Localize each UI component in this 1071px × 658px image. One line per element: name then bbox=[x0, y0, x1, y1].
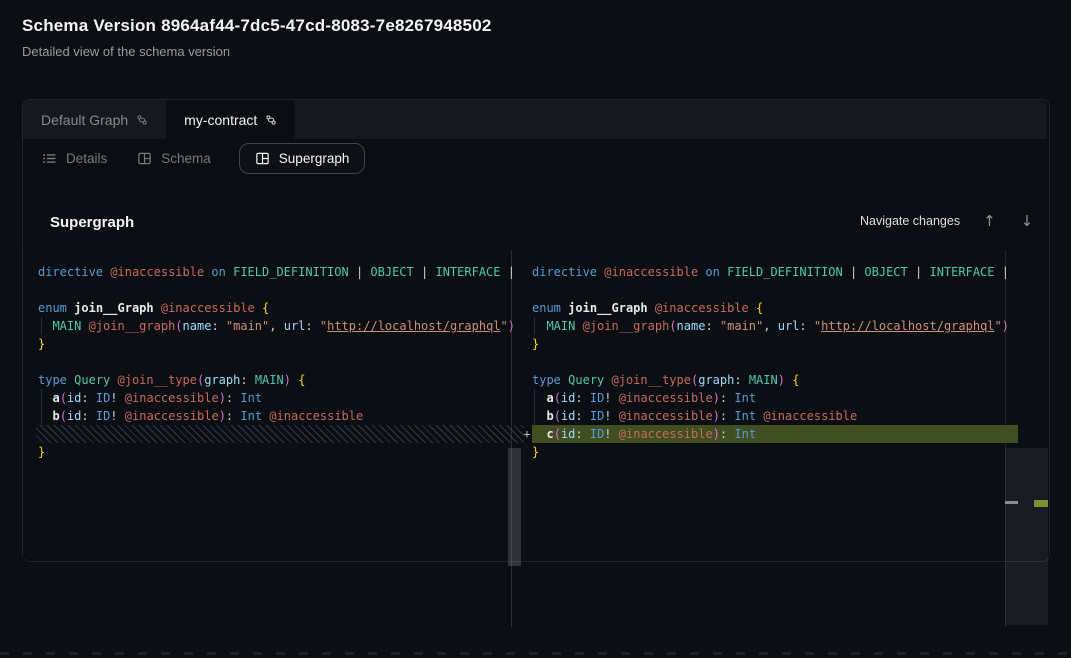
code-line: b(id: ID! @inaccessible): Int @inaccessi… bbox=[38, 407, 524, 425]
tab-supergraph[interactable]: Supergraph bbox=[239, 143, 366, 174]
graph-tab-bar: Default Graph my-contract bbox=[23, 100, 1047, 139]
tab-default-graph[interactable]: Default Graph bbox=[23, 100, 166, 139]
diff-added-line: c(id: ID! @inaccessible): Int bbox=[532, 425, 1018, 443]
tab-schema[interactable]: Schema bbox=[135, 144, 213, 173]
code-line: } bbox=[532, 335, 1018, 353]
code-line: type Query @join__type(graph: MAIN) { bbox=[532, 371, 1018, 389]
page-title: Schema Version 8964af44-7dc5-47cd-8083-7… bbox=[22, 16, 492, 36]
code-line: a(id: ID! @inaccessible): Int bbox=[532, 389, 1018, 407]
code-line bbox=[532, 281, 1018, 299]
minimap-slider[interactable] bbox=[1005, 448, 1048, 625]
code-line: b(id: ID! @inaccessible): Int @inaccessi… bbox=[532, 407, 1018, 425]
supergraph-panel-title: Supergraph bbox=[50, 214, 134, 231]
code-line: } bbox=[532, 443, 1018, 461]
code-line: directive @inaccessible on FIELD_DEFINIT… bbox=[532, 263, 1018, 281]
next-change-button[interactable]: ↓ bbox=[1019, 212, 1036, 230]
tab-label: my-contract bbox=[184, 112, 257, 128]
diff-original-pane[interactable]: directive @inaccessible on FIELD_DEFINIT… bbox=[38, 263, 524, 461]
view-tab-bar: Details Schema Supergraph bbox=[23, 139, 1047, 177]
contract-fork-icon bbox=[265, 114, 277, 126]
page-subtitle: Detailed view of the schema version bbox=[22, 44, 230, 59]
tab-label: Details bbox=[66, 151, 107, 166]
code-line: } bbox=[38, 443, 524, 461]
clipped-section-edge bbox=[0, 652, 1071, 655]
tab-label: Supergraph bbox=[279, 151, 350, 166]
code-line: enum join__Graph @inaccessible { bbox=[38, 299, 524, 317]
code-line: directive @inaccessible on FIELD_DEFINIT… bbox=[38, 263, 524, 281]
code-line: enum join__Graph @inaccessible { bbox=[532, 299, 1018, 317]
code-line bbox=[532, 353, 1018, 371]
tab-label: Default Graph bbox=[41, 112, 128, 128]
diff-filler-line bbox=[38, 425, 524, 443]
minimap-added-mark bbox=[1034, 500, 1048, 507]
previous-change-button[interactable]: ↑ bbox=[981, 212, 998, 230]
added-line-gutter-marker: + bbox=[521, 425, 533, 443]
minimap-content-mark bbox=[1005, 501, 1018, 504]
navigate-changes-label: Navigate changes bbox=[860, 214, 960, 228]
tab-label: Schema bbox=[161, 151, 211, 166]
code-line: type Query @join__type(graph: MAIN) { bbox=[38, 371, 524, 389]
code-line: a(id: ID! @inaccessible): Int bbox=[38, 389, 524, 407]
tab-my-contract[interactable]: my-contract bbox=[166, 100, 295, 139]
contract-fork-icon bbox=[136, 114, 148, 126]
columns-icon bbox=[137, 151, 152, 166]
columns-icon bbox=[255, 151, 270, 166]
navigate-changes-controls: Navigate changes ↑ ↓ bbox=[860, 212, 1035, 230]
schema-version-page: Schema Version 8964af44-7dc5-47cd-8083-7… bbox=[0, 0, 1071, 658]
tab-details[interactable]: Details bbox=[40, 144, 109, 173]
left-pane-scrollbar[interactable] bbox=[508, 448, 521, 566]
code-line: MAIN @join__graph(name: "main", url: "ht… bbox=[38, 317, 524, 335]
code-line bbox=[38, 281, 524, 299]
code-line: } bbox=[38, 335, 524, 353]
diff-modified-pane[interactable]: directive @inaccessible on FIELD_DEFINIT… bbox=[531, 263, 1018, 461]
list-icon bbox=[42, 151, 57, 166]
code-line bbox=[38, 353, 524, 371]
code-line: MAIN @join__graph(name: "main", url: "ht… bbox=[532, 317, 1018, 335]
